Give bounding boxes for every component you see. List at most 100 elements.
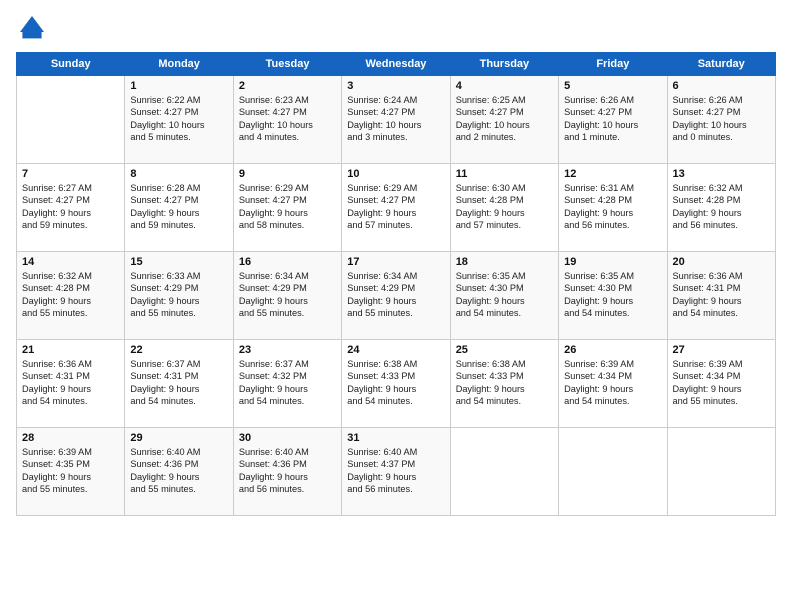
day-number: 5 bbox=[564, 80, 661, 92]
day-number: 8 bbox=[130, 168, 227, 180]
weekday-header-saturday: Saturday bbox=[667, 53, 775, 76]
calendar-cell: 4 Sunrise: 6:25 AMSunset: 4:27 PMDaylight… bbox=[450, 76, 558, 164]
calendar-header: SundayMondayTuesdayWednesdayThursdayFrid… bbox=[17, 53, 776, 76]
page: SundayMondayTuesdayWednesdayThursdayFrid… bbox=[0, 0, 792, 612]
day-number: 19 bbox=[564, 256, 661, 268]
calendar-cell: 18 Sunrise: 6:35 AMSunset: 4:30 PMDayligh… bbox=[450, 252, 558, 340]
day-number: 14 bbox=[22, 256, 119, 268]
day-number: 29 bbox=[130, 432, 227, 444]
day-info: Sunrise: 6:29 AMSunset: 4:27 PMDaylight:… bbox=[239, 182, 336, 232]
weekday-header-monday: Monday bbox=[125, 53, 233, 76]
day-info: Sunrise: 6:22 AMSunset: 4:27 PMDaylight:… bbox=[130, 94, 227, 144]
day-info: Sunrise: 6:40 AMSunset: 4:36 PMDaylight:… bbox=[239, 446, 336, 496]
day-info: Sunrise: 6:36 AMSunset: 4:31 PMDaylight:… bbox=[22, 358, 119, 408]
calendar-cell: 28 Sunrise: 6:39 AMSunset: 4:35 PMDayligh… bbox=[17, 428, 125, 516]
calendar: SundayMondayTuesdayWednesdayThursdayFrid… bbox=[16, 52, 776, 516]
day-info: Sunrise: 6:34 AMSunset: 4:29 PMDaylight:… bbox=[347, 270, 444, 320]
day-info: Sunrise: 6:35 AMSunset: 4:30 PMDaylight:… bbox=[564, 270, 661, 320]
calendar-cell: 15 Sunrise: 6:33 AMSunset: 4:29 PMDayligh… bbox=[125, 252, 233, 340]
day-number: 13 bbox=[673, 168, 770, 180]
calendar-cell bbox=[17, 76, 125, 164]
day-info: Sunrise: 6:26 AMSunset: 4:27 PMDaylight:… bbox=[564, 94, 661, 144]
day-info: Sunrise: 6:29 AMSunset: 4:27 PMDaylight:… bbox=[347, 182, 444, 232]
calendar-cell: 13 Sunrise: 6:32 AMSunset: 4:28 PMDayligh… bbox=[667, 164, 775, 252]
day-number: 28 bbox=[22, 432, 119, 444]
weekday-header-tuesday: Tuesday bbox=[233, 53, 341, 76]
calendar-cell: 6 Sunrise: 6:26 AMSunset: 4:27 PMDaylight… bbox=[667, 76, 775, 164]
calendar-week-1: 7Sunrise: 6:27 AMSunset: 4:27 PMDaylight… bbox=[17, 164, 776, 252]
calendar-cell: 2 Sunrise: 6:23 AMSunset: 4:27 PMDaylight… bbox=[233, 76, 341, 164]
day-info: Sunrise: 6:40 AMSunset: 4:36 PMDaylight:… bbox=[130, 446, 227, 496]
weekday-header-sunday: Sunday bbox=[17, 53, 125, 76]
calendar-cell: 16 Sunrise: 6:34 AMSunset: 4:29 PMDayligh… bbox=[233, 252, 341, 340]
calendar-week-3: 21 Sunrise: 6:36 AMSunset: 4:31 PMDayligh… bbox=[17, 340, 776, 428]
calendar-cell: 29 Sunrise: 6:40 AMSunset: 4:36 PMDayligh… bbox=[125, 428, 233, 516]
weekday-header-wednesday: Wednesday bbox=[342, 53, 450, 76]
calendar-cell: 21 Sunrise: 6:36 AMSunset: 4:31 PMDayligh… bbox=[17, 340, 125, 428]
day-info: Sunrise: 6:28 AMSunset: 4:27 PMDaylight:… bbox=[130, 182, 227, 232]
day-info: Sunrise: 6:33 AMSunset: 4:29 PMDaylight:… bbox=[130, 270, 227, 320]
day-info: Sunrise: 6:34 AMSunset: 4:29 PMDaylight:… bbox=[239, 270, 336, 320]
calendar-cell: 24Sunrise: 6:38 AMSunset: 4:33 PMDayligh… bbox=[342, 340, 450, 428]
day-info: Sunrise: 6:23 AMSunset: 4:27 PMDaylight:… bbox=[239, 94, 336, 144]
day-info: Sunrise: 6:32 AMSunset: 4:28 PMDaylight:… bbox=[673, 182, 770, 232]
logo-icon bbox=[16, 12, 48, 44]
calendar-cell: 1 Sunrise: 6:22 AMSunset: 4:27 PMDaylight… bbox=[125, 76, 233, 164]
day-number: 1 bbox=[130, 80, 227, 92]
weekday-header-friday: Friday bbox=[559, 53, 667, 76]
calendar-cell: 27Sunrise: 6:39 AMSunset: 4:34 PMDayligh… bbox=[667, 340, 775, 428]
calendar-week-4: 28 Sunrise: 6:39 AMSunset: 4:35 PMDayligh… bbox=[17, 428, 776, 516]
calendar-cell: 9 Sunrise: 6:29 AMSunset: 4:27 PMDaylight… bbox=[233, 164, 341, 252]
day-number: 24 bbox=[347, 344, 444, 356]
day-number: 18 bbox=[456, 256, 553, 268]
calendar-cell bbox=[559, 428, 667, 516]
calendar-week-0: 1 Sunrise: 6:22 AMSunset: 4:27 PMDaylight… bbox=[17, 76, 776, 164]
day-info: Sunrise: 6:37 AMSunset: 4:32 PMDaylight:… bbox=[239, 358, 336, 408]
day-number: 6 bbox=[673, 80, 770, 92]
day-number: 15 bbox=[130, 256, 227, 268]
day-info: Sunrise: 6:38 AMSunset: 4:33 PMDaylight:… bbox=[456, 358, 553, 408]
calendar-cell bbox=[450, 428, 558, 516]
calendar-cell bbox=[667, 428, 775, 516]
calendar-week-2: 14Sunrise: 6:32 AMSunset: 4:28 PMDayligh… bbox=[17, 252, 776, 340]
day-info: Sunrise: 6:37 AMSunset: 4:31 PMDaylight:… bbox=[130, 358, 227, 408]
day-number: 2 bbox=[239, 80, 336, 92]
calendar-cell: 5 Sunrise: 6:26 AMSunset: 4:27 PMDaylight… bbox=[559, 76, 667, 164]
calendar-cell: 20 Sunrise: 6:36 AMSunset: 4:31 PMDayligh… bbox=[667, 252, 775, 340]
calendar-cell: 30 Sunrise: 6:40 AMSunset: 4:36 PMDayligh… bbox=[233, 428, 341, 516]
day-number: 12 bbox=[564, 168, 661, 180]
weekday-header-thursday: Thursday bbox=[450, 53, 558, 76]
calendar-cell: 11Sunrise: 6:30 AMSunset: 4:28 PMDayligh… bbox=[450, 164, 558, 252]
day-number: 9 bbox=[239, 168, 336, 180]
calendar-body: 1 Sunrise: 6:22 AMSunset: 4:27 PMDaylight… bbox=[17, 76, 776, 516]
calendar-cell: 31Sunrise: 6:40 AMSunset: 4:37 PMDayligh… bbox=[342, 428, 450, 516]
calendar-cell: 25Sunrise: 6:38 AMSunset: 4:33 PMDayligh… bbox=[450, 340, 558, 428]
day-info: Sunrise: 6:25 AMSunset: 4:27 PMDaylight:… bbox=[456, 94, 553, 144]
day-number: 10 bbox=[347, 168, 444, 180]
calendar-cell: 19 Sunrise: 6:35 AMSunset: 4:30 PMDayligh… bbox=[559, 252, 667, 340]
calendar-cell: 22 Sunrise: 6:37 AMSunset: 4:31 PMDayligh… bbox=[125, 340, 233, 428]
day-number: 30 bbox=[239, 432, 336, 444]
day-info: Sunrise: 6:24 AMSunset: 4:27 PMDaylight:… bbox=[347, 94, 444, 144]
day-info: Sunrise: 6:36 AMSunset: 4:31 PMDaylight:… bbox=[673, 270, 770, 320]
calendar-cell: 23Sunrise: 6:37 AMSunset: 4:32 PMDayligh… bbox=[233, 340, 341, 428]
calendar-cell: 14Sunrise: 6:32 AMSunset: 4:28 PMDayligh… bbox=[17, 252, 125, 340]
day-info: Sunrise: 6:39 AMSunset: 4:35 PMDaylight:… bbox=[22, 446, 119, 496]
day-number: 4 bbox=[456, 80, 553, 92]
calendar-cell: 7Sunrise: 6:27 AMSunset: 4:27 PMDaylight… bbox=[17, 164, 125, 252]
day-number: 20 bbox=[673, 256, 770, 268]
day-number: 3 bbox=[347, 80, 444, 92]
day-number: 17 bbox=[347, 256, 444, 268]
day-number: 16 bbox=[239, 256, 336, 268]
day-number: 7 bbox=[22, 168, 119, 180]
day-number: 22 bbox=[130, 344, 227, 356]
day-number: 31 bbox=[347, 432, 444, 444]
calendar-cell: 12 Sunrise: 6:31 AMSunset: 4:28 PMDayligh… bbox=[559, 164, 667, 252]
day-number: 11 bbox=[456, 168, 553, 180]
day-info: Sunrise: 6:35 AMSunset: 4:30 PMDaylight:… bbox=[456, 270, 553, 320]
day-info: Sunrise: 6:26 AMSunset: 4:27 PMDaylight:… bbox=[673, 94, 770, 144]
day-number: 21 bbox=[22, 344, 119, 356]
weekday-row: SundayMondayTuesdayWednesdayThursdayFrid… bbox=[17, 53, 776, 76]
calendar-cell: 3 Sunrise: 6:24 AMSunset: 4:27 PMDaylight… bbox=[342, 76, 450, 164]
day-info: Sunrise: 6:31 AMSunset: 4:28 PMDaylight:… bbox=[564, 182, 661, 232]
